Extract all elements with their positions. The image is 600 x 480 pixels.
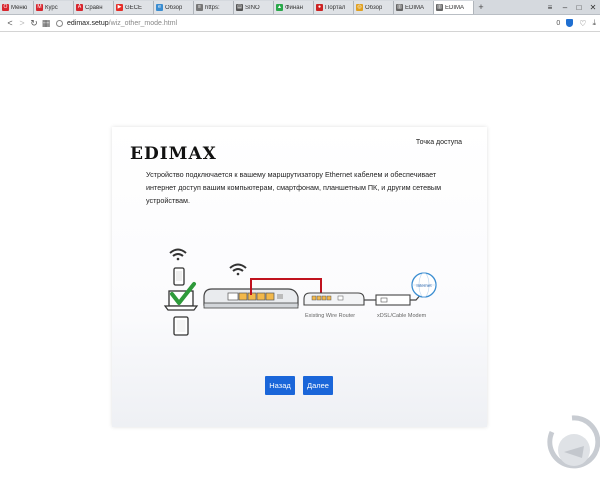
tab-label: GECE	[125, 4, 143, 11]
globe-icon	[56, 19, 63, 27]
tab-label: Сравн	[85, 4, 103, 11]
browser-tab[interactable]: O Меню	[0, 1, 34, 14]
browser-tab[interactable]: ▥ EDIMA	[394, 1, 434, 14]
maximize-icon[interactable]: □	[572, 1, 586, 14]
browser-tab[interactable]: M Курс	[34, 1, 74, 14]
tab-label: Меню	[11, 4, 28, 11]
browser-tab[interactable]: A Сравн	[74, 1, 114, 14]
reload-icon[interactable]: ↻	[28, 16, 40, 30]
forward-nav-icon[interactable]: >	[16, 16, 28, 30]
browser-tab[interactable]: ◎ Обзор	[354, 1, 394, 14]
tab-favicon-icon: ▤	[236, 4, 243, 11]
tab-favicon-icon: M	[36, 4, 43, 11]
network-diagram: Existing Wire Router xDSL/Cable Modem In…	[163, 248, 437, 336]
back-nav-icon[interactable]: <	[4, 16, 16, 30]
access-point-wifi-icon	[229, 263, 247, 276]
tab-label: https:	[205, 4, 220, 11]
tab-favicon-icon: ▲	[276, 4, 283, 11]
page-viewport: EDIMAX Точка доступа Устройство подключа…	[0, 32, 600, 480]
close-window-icon[interactable]: ✕	[586, 1, 600, 14]
tab-favicon-icon: ▥	[396, 4, 403, 11]
modem-device	[375, 294, 411, 306]
browser-tab[interactable]: ● Портал	[314, 1, 354, 14]
shield-icon[interactable]	[566, 19, 574, 27]
browser-menu-icon[interactable]: ≡	[542, 1, 558, 14]
tab-favicon-icon: ▶	[116, 4, 123, 11]
tab-label: Финан	[285, 4, 303, 11]
url-path: /wiz_other_mode.html	[108, 19, 178, 27]
tab-label: EDIMA	[445, 4, 465, 11]
existing-router-device	[303, 292, 365, 306]
address-bar-actions: 0 ♡ ⤓	[556, 18, 596, 28]
next-button[interactable]: Далее	[303, 376, 333, 395]
tablet-icon	[173, 316, 189, 336]
tab-label: Обзор	[165, 4, 183, 11]
download-icon[interactable]: ⤓	[592, 18, 596, 28]
tab-favicon-icon: ≡	[196, 4, 203, 11]
tab-favicon-icon: ▥	[436, 4, 443, 11]
tab-label: SINO	[245, 4, 260, 11]
tab-favicon-icon: A	[76, 4, 83, 11]
new-tab-button[interactable]: +	[474, 0, 488, 14]
tab-strip: O Меню M Курс A Сравн ▶ GECE e Обзор ≡ https: ▤ SINO ▲…	[0, 0, 474, 14]
address-bar: < > ↻ ▦ edimax.setup/wiz_other_mode.html…	[0, 15, 600, 32]
tab-favicon-icon: ◎	[356, 4, 363, 11]
browser-tab[interactable]: e Обзор	[154, 1, 194, 14]
tab-label: Курс	[45, 4, 58, 11]
tab-favicon-icon: ●	[316, 4, 323, 11]
browser-tab[interactable]: ▥ EDIMA	[434, 1, 474, 14]
tab-favicon-icon: e	[156, 4, 163, 11]
tab-label: Портал	[325, 4, 346, 11]
router-label: Existing Wire Router	[305, 313, 355, 319]
setup-wizard-panel: EDIMAX Точка доступа Устройство подключа…	[112, 127, 487, 427]
browser-tab-bar: O Меню M Курс A Сравн ▶ GECE e Обзор ≡ https: ▤ SINO ▲…	[0, 0, 600, 15]
modem-label: xDSL/Cable Modem	[377, 313, 427, 319]
wifi-icon	[169, 248, 187, 261]
smartphone-icon	[173, 267, 185, 286]
browser-tab[interactable]: ≡ https:	[194, 1, 234, 14]
url-host: edimax.setup	[67, 19, 109, 27]
browser-tab[interactable]: ▶ GECE	[114, 1, 154, 14]
back-button[interactable]: Назад	[265, 376, 295, 395]
browser-tab[interactable]: ▤ SINO	[234, 1, 274, 14]
tab-label: Обзор	[365, 4, 383, 11]
home-grid-icon[interactable]: ▦	[40, 16, 52, 30]
tab-label: EDIMA	[405, 4, 425, 11]
browser-tab[interactable]: ▲ Финан	[274, 1, 314, 14]
window-controls: ≡ – □ ✕	[542, 0, 600, 14]
adblock-count: 0	[556, 19, 561, 27]
internet-label: Internet	[416, 283, 432, 288]
watermark-logo	[547, 415, 600, 469]
tab-favicon-icon: O	[2, 4, 9, 11]
bookmark-heart-icon[interactable]: ♡	[579, 19, 586, 28]
minimize-icon[interactable]: –	[558, 1, 572, 14]
url-field[interactable]: edimax.setup/wiz_other_mode.html	[56, 17, 552, 30]
